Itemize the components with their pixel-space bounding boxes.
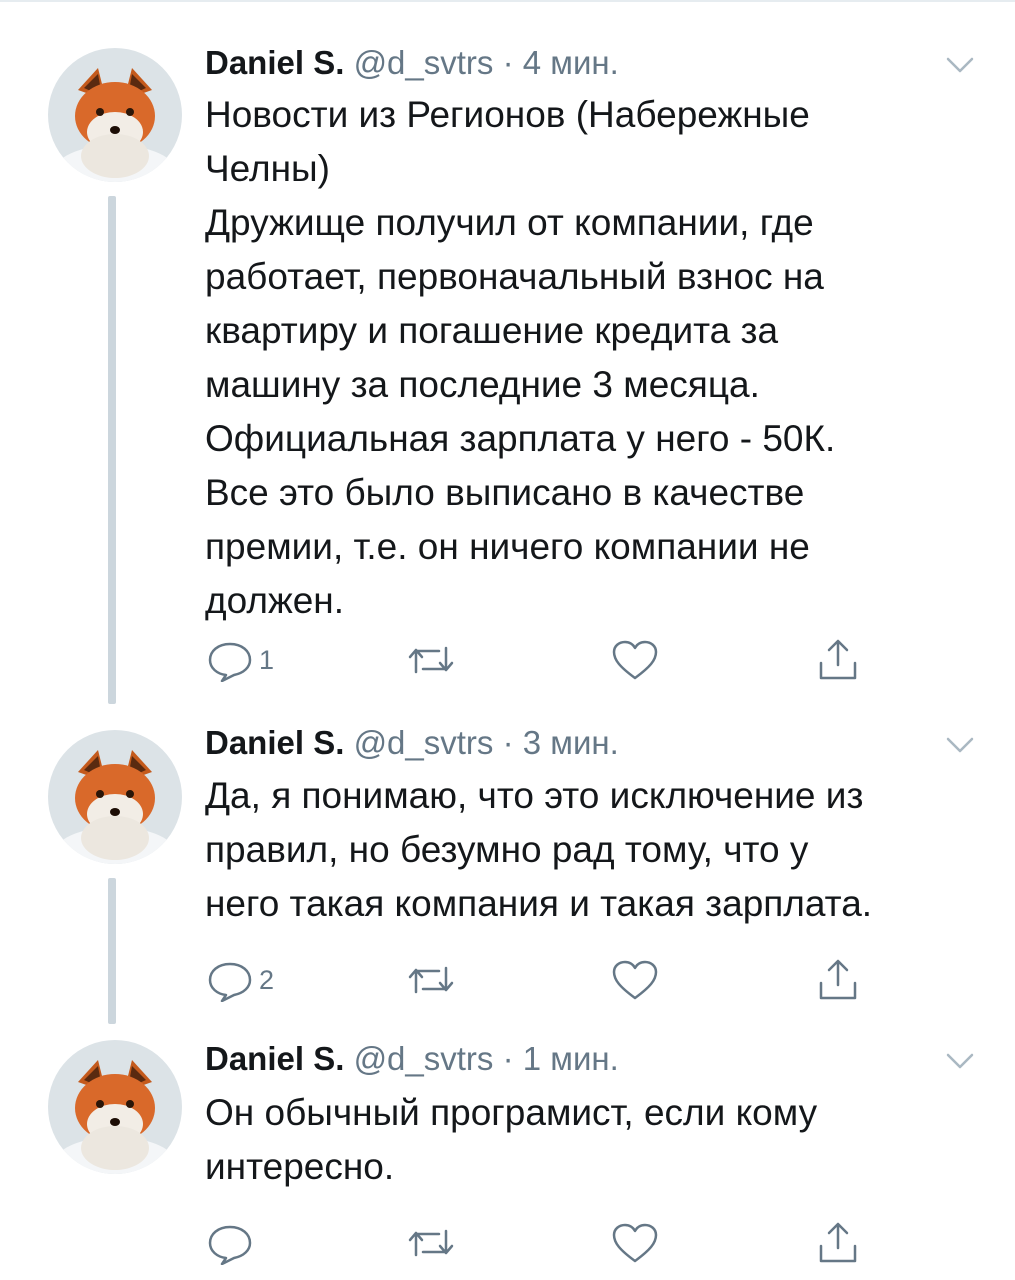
reply-button[interactable]	[205, 1218, 259, 1268]
action-bar: 1	[205, 635, 905, 685]
separator-dot: ·	[502, 1040, 514, 1077]
tweet-text: Да, я понимаю, что это исключение из пра…	[205, 769, 985, 931]
thread-line	[108, 196, 116, 704]
share-icon	[813, 637, 863, 683]
tweet-text-line: Да, я понимаю, что это исключение из	[205, 775, 864, 816]
reply-icon	[205, 1221, 255, 1265]
tweet-header: Daniel S. @d_svtrs · 3 мин.	[205, 720, 619, 766]
reply-icon	[205, 958, 255, 1002]
tweet-text-line: него такая компания и такая зарплата.	[205, 883, 873, 924]
user-handle[interactable]: @d_svtrs	[354, 1040, 494, 1077]
chevron-down-icon[interactable]	[942, 1048, 978, 1074]
avatar[interactable]	[48, 730, 182, 864]
like-button[interactable]	[610, 1218, 660, 1268]
timestamp[interactable]: 3 мин.	[523, 724, 619, 761]
action-bar: 2	[205, 955, 905, 1005]
tweet-text-line: должен.	[205, 580, 344, 621]
timestamp[interactable]: 4 мин.	[523, 44, 619, 81]
display-name[interactable]: Daniel S.	[205, 724, 344, 761]
tweet-text-line: интересно.	[205, 1146, 395, 1187]
display-name[interactable]: Daniel S.	[205, 1040, 344, 1077]
chevron-down-icon[interactable]	[942, 732, 978, 758]
display-name[interactable]: Daniel S.	[205, 44, 344, 81]
tweet-text: Новости из Регионов (Набережные Челны) Д…	[205, 88, 985, 628]
tweet-text-line: машину за последние 3 месяца.	[205, 364, 760, 405]
action-bar	[205, 1218, 905, 1268]
avatar[interactable]	[48, 48, 182, 182]
share-button[interactable]	[813, 955, 863, 1005]
share-icon	[813, 957, 863, 1003]
tweet-text-line: квартиру и погашение кредита за	[205, 310, 779, 351]
reply-count: 1	[259, 645, 275, 675]
like-button[interactable]	[610, 955, 660, 1005]
share-button[interactable]	[813, 635, 863, 685]
heart-icon	[610, 1221, 660, 1265]
separator-dot: ·	[502, 44, 514, 81]
share-button[interactable]	[813, 1218, 863, 1268]
tweet-text-line: Дружище получил от компании, где	[205, 202, 814, 243]
top-divider	[0, 0, 1015, 2]
share-icon	[813, 1220, 863, 1266]
tweet-text-line: Официальная зарплата у него - 50К.	[205, 418, 836, 459]
tweet-text-line: Новости из Регионов (Набережные	[205, 94, 810, 135]
tweet-text-line: Челны)	[205, 148, 330, 189]
heart-icon	[610, 958, 660, 1002]
reply-icon	[205, 638, 255, 682]
retweet-icon	[403, 958, 459, 1002]
chevron-down-icon[interactable]	[942, 52, 978, 78]
retweet-icon	[403, 638, 459, 682]
tweet-text: Он обычный програмист, если кому интерес…	[205, 1086, 985, 1194]
user-handle[interactable]: @d_svtrs	[354, 724, 494, 761]
timestamp[interactable]: 1 мин.	[523, 1040, 619, 1077]
retweet-icon	[403, 1221, 459, 1265]
heart-icon	[610, 638, 660, 682]
tweet-text-line: Он обычный програмист, если кому	[205, 1092, 818, 1133]
tweet-text-line: работает, первоначальный взнос на	[205, 256, 824, 297]
tweet-text-line: Все это было выписано в качестве	[205, 472, 805, 513]
retweet-button[interactable]	[403, 1218, 459, 1268]
like-button[interactable]	[610, 635, 660, 685]
retweet-button[interactable]	[403, 955, 459, 1005]
tweet-text-line: правил, но безумно рад тому, что у	[205, 829, 809, 870]
reply-button[interactable]: 2	[205, 955, 274, 1005]
tweet-header: Daniel S. @d_svtrs · 1 мин.	[205, 1036, 619, 1082]
avatar[interactable]	[48, 1040, 182, 1174]
thread-line	[108, 878, 116, 1024]
reply-count: 2	[259, 965, 275, 995]
tweet-text-line: премии, т.е. он ничего компании не	[205, 526, 810, 567]
separator-dot: ·	[502, 724, 514, 761]
retweet-button[interactable]	[403, 635, 459, 685]
tweet-header: Daniel S. @d_svtrs · 4 мин.	[205, 40, 619, 86]
reply-button[interactable]: 1	[205, 635, 274, 685]
user-handle[interactable]: @d_svtrs	[354, 44, 494, 81]
